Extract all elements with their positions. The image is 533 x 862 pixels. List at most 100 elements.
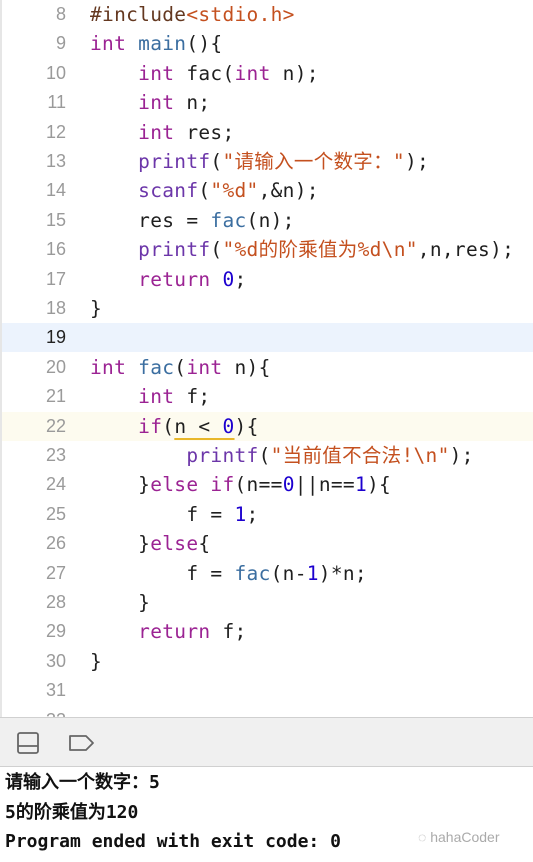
code-text: printf("当前值不合法!\n"); — [90, 441, 474, 470]
code-token: printf — [186, 444, 259, 467]
code-line[interactable]: 22 if(n < 0){ — [2, 411, 533, 441]
line-number[interactable]: 31 — [6, 676, 66, 705]
code-line[interactable]: 32 — [2, 706, 533, 717]
code-line[interactable]: 30} — [2, 647, 533, 676]
line-number[interactable]: 26 — [6, 529, 66, 558]
code-line[interactable]: 17 return 0; — [2, 265, 533, 294]
line-number[interactable]: 22 — [6, 412, 66, 441]
code-line[interactable]: 10 int fac(int n); — [2, 59, 533, 88]
line-number[interactable]: 21 — [6, 382, 66, 411]
line-number[interactable]: 15 — [6, 206, 66, 235]
code-line[interactable]: 23 printf("当前值不合法!\n"); — [2, 441, 533, 470]
code-line[interactable]: 12 int res; — [2, 118, 533, 147]
line-number[interactable]: 20 — [6, 353, 66, 382]
line-number[interactable]: 29 — [6, 617, 66, 646]
code-token: } — [90, 297, 103, 320]
code-token: ( — [210, 150, 223, 173]
wechat-icon: ◌ — [418, 829, 431, 845]
code-line[interactable]: 14 scanf("%d",&n); — [2, 176, 533, 205]
code-token: } — [90, 591, 151, 614]
hide-debug-area-icon[interactable] — [16, 731, 40, 759]
code-token: (n== — [234, 473, 283, 497]
code-token: (n); — [246, 208, 295, 232]
code-editor[interactable]: 8 #include<stdio.h> 9 int main(){10 int fac… — [0, 0, 533, 717]
line-number[interactable]: 16 — [6, 235, 66, 264]
code-token: } — [90, 473, 151, 497]
code-line[interactable]: 19 — [2, 323, 533, 353]
line-number[interactable]: 12 — [6, 118, 66, 147]
line-number[interactable]: 30 — [6, 647, 66, 676]
code-token: int — [138, 91, 175, 115]
code-line[interactable]: 13 printf("请输入一个数字："); — [2, 147, 533, 176]
code-line[interactable]: 16 printf("%d的阶乘值为%d\n",n,res); — [2, 235, 533, 264]
line-number[interactable]: 28 — [6, 588, 66, 617]
code-line[interactable]: 15 res = fac(n); — [2, 206, 533, 235]
line-number[interactable]: 27 — [6, 559, 66, 588]
code-line[interactable]: 11 int n; — [2, 88, 533, 117]
code-line[interactable]: 26 }else{ — [2, 529, 533, 558]
code-line[interactable]: 8 #include<stdio.h> — [2, 0, 533, 29]
code-line[interactable]: 28 } — [2, 588, 533, 617]
line-number[interactable]: 32 — [6, 706, 66, 717]
code-token: f = — [90, 502, 235, 526]
line-number[interactable]: 11 — [6, 88, 66, 117]
code-token: printf — [138, 238, 211, 262]
code-line[interactable]: 18} — [2, 294, 533, 323]
code-token: 1 — [354, 473, 367, 497]
code-text: return 0; — [90, 265, 247, 294]
code-line[interactable]: 20 int fac(int n){ — [2, 353, 533, 382]
code-token: "%d" — [210, 179, 259, 203]
code-token: 0 — [222, 267, 235, 291]
code-token: n){ — [222, 355, 271, 379]
code-token: ( — [258, 444, 271, 467]
code-line[interactable]: 31 — [2, 676, 533, 705]
code-token: #include — [90, 3, 187, 26]
code-token: fac( — [174, 61, 235, 85]
code-line[interactable]: 9 int main(){ — [2, 29, 533, 58]
code-token: ); — [449, 444, 474, 467]
code-text: int fac(int n){ — [90, 353, 271, 382]
code-text: int res; — [90, 118, 235, 147]
line-number[interactable]: 14 — [6, 176, 66, 205]
code-token: ){ — [366, 473, 392, 497]
line-number[interactable]: 9 — [6, 29, 66, 58]
code-line[interactable]: 21 int f; — [2, 382, 533, 411]
line-number[interactable]: 23 — [6, 441, 66, 470]
code-text: }else if(n==0||n==1){ — [90, 470, 391, 499]
code-token: "%d的阶乘值为%d\n" — [222, 238, 418, 262]
console-line: 5的阶乘值为120 — [5, 801, 139, 823]
code-line[interactable]: 29 return f; — [2, 617, 533, 646]
code-token: ( — [210, 238, 223, 262]
code-text: } — [90, 588, 150, 617]
code-text: int fac(int n); — [90, 59, 319, 88]
code-text: #include<stdio.h> — [90, 0, 295, 29]
line-number[interactable]: 8 — [6, 0, 66, 29]
code-line[interactable]: 27 f = fac(n-1)*n; — [2, 559, 533, 588]
breakpoint-label-icon[interactable] — [68, 734, 96, 756]
code-text: if(n < 0){ — [90, 412, 259, 441]
code-token: 0 — [222, 414, 235, 438]
code-token: int — [138, 120, 175, 144]
code-token: int — [90, 32, 127, 56]
line-number[interactable]: 18 — [6, 294, 66, 323]
line-number[interactable]: 19 — [6, 323, 66, 352]
line-number[interactable]: 13 — [6, 147, 66, 176]
code-token: int — [138, 385, 175, 409]
code-token: ,&n); — [258, 179, 319, 203]
code-token: else — [150, 473, 199, 497]
line-number[interactable]: 24 — [6, 470, 66, 499]
line-number[interactable]: 25 — [6, 500, 66, 529]
code-token: ,n,res); — [417, 238, 515, 262]
line-number[interactable]: 17 — [6, 265, 66, 294]
code-line[interactable]: 25 f = 1; — [2, 500, 533, 529]
line-number[interactable]: 10 — [6, 59, 66, 88]
code-line[interactable]: 24 }else if(n==0||n==1){ — [2, 470, 533, 499]
code-token: scanf — [138, 179, 199, 203]
code-token: n < — [174, 414, 223, 438]
code-token: ; — [246, 502, 259, 526]
code-token: int — [90, 355, 127, 379]
code-token: 0 — [282, 473, 295, 497]
